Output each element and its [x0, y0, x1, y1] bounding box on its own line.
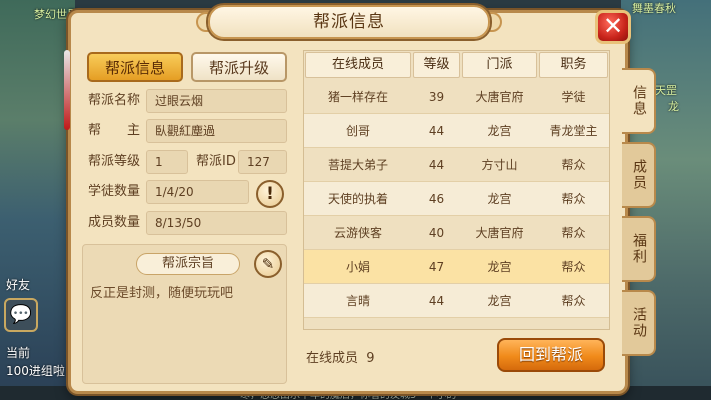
close-icon: ✕	[602, 12, 624, 40]
member-count-label: 成员数量	[88, 215, 141, 230]
table-row[interactable]: 猪一样存在 39 大唐官府 学徒	[304, 80, 609, 114]
guild-name-value: 过眼云烟	[146, 89, 287, 113]
member-sect: 龙宫	[487, 124, 512, 138]
guild-leader-value: 臥觀紅塵過	[146, 119, 287, 143]
table-row[interactable]: 创哥 44 龙宫 青龙堂主	[304, 114, 609, 148]
guild-id-label: 帮派ID	[196, 154, 236, 169]
guild-purpose-title: 帮派宗旨	[136, 253, 240, 275]
table-row[interactable]: 菩提大弟子 44 方寸山 帮众	[304, 148, 609, 182]
member-table-header: 在线成员 等级 门派 职务	[304, 51, 609, 79]
column-header-role: 职务	[539, 52, 608, 78]
current-channel-label: 当前	[6, 346, 31, 360]
close-button[interactable]: ✕	[595, 10, 631, 44]
guild-name-label: 帮派名称	[88, 93, 141, 108]
table-row-selected[interactable]: 小娟 47 龙宫 帮众	[304, 250, 609, 284]
member-sect: 大唐官府	[475, 226, 524, 240]
member-level: 40	[428, 225, 445, 240]
side-tab-info[interactable]: 信息	[622, 68, 656, 134]
side-tab-activity[interactable]: 活动	[622, 290, 656, 356]
member-level: 44	[428, 293, 445, 308]
member-sect: 龙宫	[487, 260, 512, 274]
member-table: 在线成员 等级 门派 职务 猪一样存在 39 大唐官府 学徒 创哥 44 龙宫 …	[303, 50, 610, 330]
member-level: 44	[428, 157, 445, 172]
member-name: 猪一样存在	[327, 90, 388, 104]
member-name: 创哥	[345, 124, 370, 138]
side-tab-members[interactable]: 成员	[622, 142, 656, 208]
member-name: 小娟	[345, 260, 370, 274]
return-to-guild-button[interactable]: 回到帮派	[497, 338, 605, 372]
member-role: 帮众	[561, 192, 586, 206]
table-row[interactable]: 云游侠客 40 大唐官府 帮众	[304, 216, 609, 250]
member-role: 帮众	[561, 158, 586, 172]
column-header-sect: 门派	[462, 52, 537, 78]
panel-title: 帮派信息	[208, 5, 490, 39]
tab-guild-info[interactable]: 帮派信息	[87, 52, 183, 82]
online-members-count: 在线成员 9	[306, 347, 375, 366]
online-members-label: 在线成员	[306, 351, 359, 366]
member-name: 云游侠客	[333, 226, 382, 240]
member-count-value: 8/13/50	[146, 211, 287, 235]
table-row[interactable]: 天使的执着 46 龙宫 帮众	[304, 182, 609, 216]
guild-leader-label: 帮 主	[88, 123, 141, 138]
member-role: 帮众	[561, 226, 586, 240]
table-row[interactable]: 言晴 44 龙宫 帮众	[304, 284, 609, 318]
member-role: 学徒	[561, 90, 586, 104]
member-level: 44	[428, 123, 445, 138]
member-name: 天使的执着	[327, 192, 388, 206]
guild-level-value: 1	[146, 150, 188, 174]
side-tab-welfare[interactable]: 福利	[622, 216, 656, 282]
member-role: 青龙堂主	[549, 124, 598, 138]
member-sect: 方寸山	[481, 158, 518, 172]
info-tip-icon[interactable]: !	[256, 180, 284, 208]
background-text-top-right: 舞墨春秋	[632, 2, 676, 15]
background-text-right-1: 天罡	[655, 84, 677, 97]
apprentice-count-label: 学徒数量	[88, 184, 141, 199]
friends-label[interactable]: 好友	[6, 276, 30, 293]
member-name: 菩提大弟子	[327, 158, 388, 172]
member-level: 46	[428, 191, 445, 206]
guild-purpose-text: 反正是封测，随便玩玩吧	[90, 286, 234, 301]
tab-guild-upgrade[interactable]: 帮派升级	[191, 52, 287, 82]
member-sect: 龙宫	[487, 294, 512, 308]
team-chat-text: 100进组啦	[6, 364, 65, 378]
member-level: 39	[428, 89, 445, 104]
member-sect: 大唐官府	[475, 90, 524, 104]
member-role: 帮众	[561, 260, 586, 274]
member-name: 言晴	[345, 294, 370, 308]
background-text-right-2: 龙	[668, 100, 679, 113]
member-level: 47	[428, 259, 445, 274]
column-header-level: 等级	[413, 52, 460, 78]
column-header-member: 在线成员	[305, 52, 411, 78]
apprentice-count-value: 1/4/20	[146, 180, 249, 204]
tassel-ornament-icon	[64, 50, 70, 130]
chat-icon[interactable]: 💬	[4, 298, 38, 332]
edit-brush-icon[interactable]: ✎	[254, 250, 282, 278]
guild-level-label: 帮派等级	[88, 154, 141, 169]
member-sect: 龙宫	[487, 192, 512, 206]
member-role: 帮众	[561, 294, 586, 308]
online-members-number: 9	[366, 351, 375, 366]
guild-id-value: 127	[238, 150, 287, 174]
